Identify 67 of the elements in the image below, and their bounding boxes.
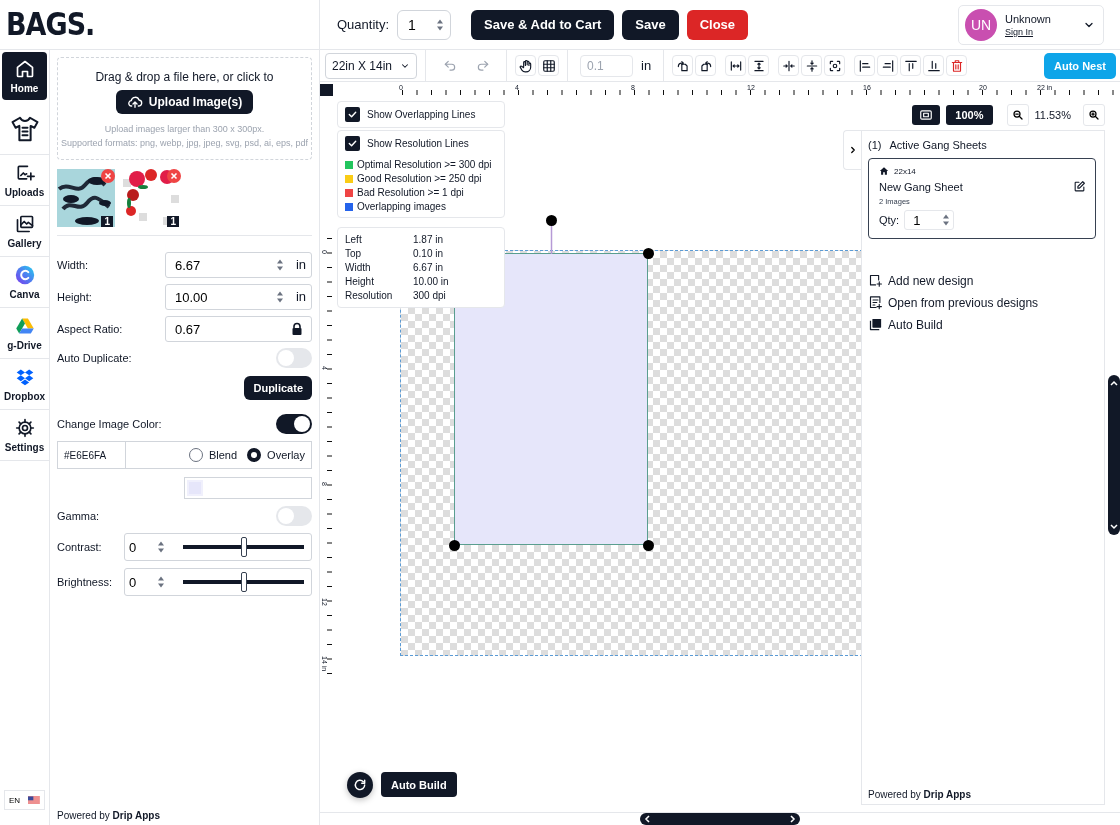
radio-label[interactable]: Blend [208, 449, 238, 461]
unit-label: in [641, 58, 652, 73]
action-link[interactable]: Auto Build [868, 317, 1096, 332]
field-label: Width: [57, 259, 89, 271]
language-button[interactable]: EN [4, 790, 45, 810]
user-avatar: UN [965, 8, 997, 41]
upload-hint: Supported formats: png, webp, jpg, jpeg, svg, psd, ai, eps, pdf [60, 137, 309, 148]
powered-by-text: Powered by Drip Apps [57, 810, 161, 821]
field-label: Height: [57, 291, 92, 303]
qty-label: Qty: [879, 214, 900, 226]
checkbox-label[interactable]: Show Resolution Lines [367, 138, 469, 149]
nav-item[interactable]: Home [2, 52, 47, 100]
sheet-name: New Gang Sheet [879, 180, 963, 193]
info-value: 6.67 in [413, 262, 445, 273]
auto-build-button[interactable]: Auto Build [381, 772, 457, 797]
drop-prompt: Drag & drop a file here, or click to [95, 69, 274, 84]
info-value: 1.87 in [413, 234, 445, 245]
info-value: 0.10 in [413, 248, 445, 259]
field-label: Change Image Color: [57, 418, 162, 430]
field-label: Aspect Ratio: [57, 323, 123, 335]
unit-label: in [295, 257, 306, 272]
save-button[interactable]: Save & Add to Cart [471, 9, 615, 40]
info-label: Width [345, 262, 372, 273]
legend-label: Overlapping images [357, 201, 446, 212]
close-button[interactable]: Close [686, 9, 749, 40]
duplicate-button[interactable]: Duplicate [244, 376, 312, 400]
count-badge: 1 [101, 216, 113, 227]
user-name: Unknown [1005, 12, 1052, 25]
aspect-ratio-field[interactable]: 0.67 [165, 316, 312, 342]
drop-zone[interactable]: Drag & drop a file here, or click to Upload Image(s) Upload images larger than 300 x 300px. Supported formats: png, webp, jpg, jpeg, svg, psd, ai, eps, pdf [57, 57, 312, 160]
action-link[interactable]: Add new design [868, 273, 1096, 288]
info-value: 300 dpi [413, 290, 447, 301]
radio-label[interactable]: Overlay [267, 449, 305, 461]
sheet-count: (1) [868, 139, 882, 151]
logo[interactable]: BAGS. [6, 6, 95, 43]
quantity-label: Quantity: [337, 17, 390, 32]
action-link[interactable]: Open from previous designs [868, 295, 1096, 310]
sheet-size-select[interactable]: 22in X 14in [325, 52, 417, 79]
quantity-field[interactable]: 1 [397, 9, 452, 40]
unit-label: in [295, 289, 306, 304]
user-menu[interactable]: UN Unknown Sign In [958, 4, 1104, 45]
field-label: Brightness: [57, 576, 113, 588]
info-value: 10.00 in [413, 276, 450, 287]
legend-label: Bad Resolution >= 1 dpi [357, 187, 464, 198]
save-button[interactable]: Save [622, 9, 679, 40]
info-label: Height [345, 276, 375, 287]
panel-title: Active Gang Sheets [889, 139, 987, 151]
field-label: Gamma: [57, 510, 100, 522]
count-badge: 1 [167, 216, 179, 227]
sheet-size: 22x14 [894, 166, 916, 176]
legend-label: Optimal Resolution >= 300 dpi [357, 159, 492, 170]
checkbox-label[interactable]: Show Overlapping Lines [367, 109, 476, 120]
info-label: Left [345, 234, 363, 245]
info-label: Top [345, 248, 363, 259]
upload-button[interactable]: Upload Image(s) [115, 89, 254, 114]
info-label: Resolution [345, 290, 394, 301]
legend-label: Good Resolution >= 250 dpi [357, 173, 482, 184]
zoom-reset-button[interactable]: 100% [946, 105, 993, 125]
field-label: Contrast: [57, 541, 102, 553]
powered-by-text: Powered by Drip Apps [868, 789, 972, 800]
color-hex-field[interactable]: #E6E6FA [58, 442, 126, 468]
zoom-percent: 11.53% [1034, 109, 1071, 121]
sign-in-link[interactable]: Sign In [1005, 26, 1075, 37]
qty-field[interactable]: 1 [904, 210, 955, 230]
field-label: Auto Duplicate: [57, 352, 132, 364]
spacing-field[interactable]: 0.1 [580, 54, 633, 77]
upload-hint: Upload images larger than 300 x 300px. [104, 123, 265, 134]
